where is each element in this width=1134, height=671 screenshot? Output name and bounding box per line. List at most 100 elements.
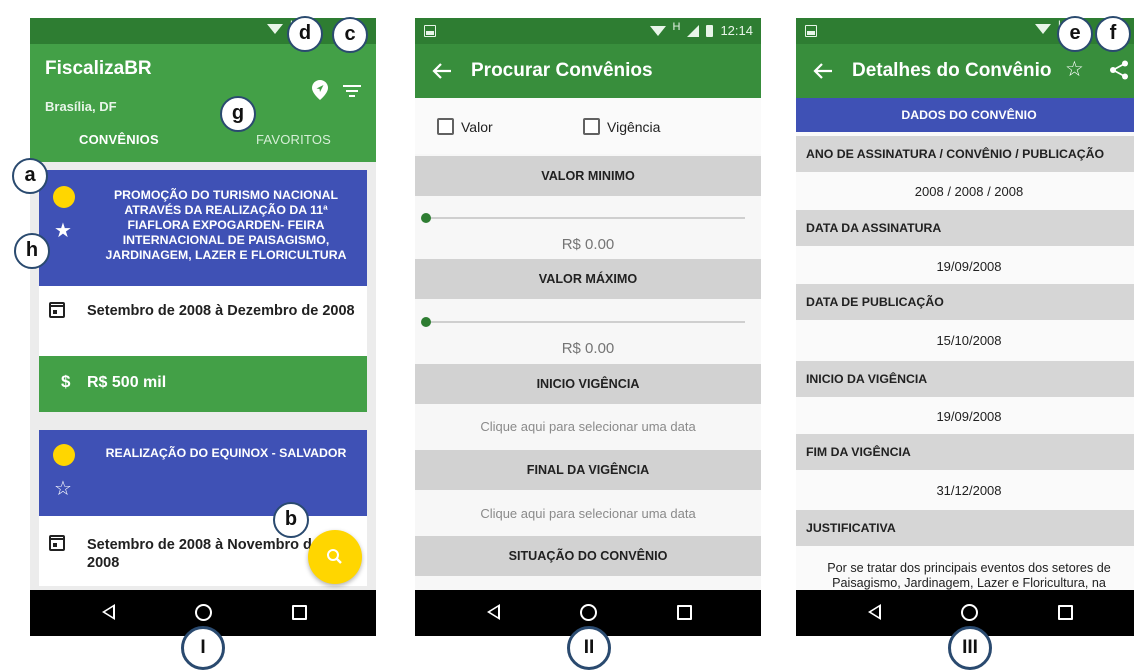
nav-home-icon[interactable]	[195, 604, 212, 621]
valor-minimo-slider[interactable]	[421, 213, 745, 223]
card-date: Setembro de 2008 à Novembro de 2008	[87, 537, 320, 571]
section-situacao: SITUAÇÃO DO CONVÊNIO	[415, 536, 761, 576]
share-icon[interactable]	[1109, 60, 1129, 80]
callout-e: e	[1057, 16, 1093, 52]
slider-thumb[interactable]	[421, 213, 431, 223]
checkbox-icon[interactable]	[437, 118, 454, 135]
field-label: JUSTIFICATIVA	[796, 510, 1134, 546]
screen-label-three: III	[948, 626, 992, 670]
callout-b: b	[273, 502, 309, 538]
tab-favoritos[interactable]: FAVORITOS	[256, 132, 331, 147]
checkbox-label: Vigência	[607, 118, 661, 135]
card-header: ☆ REALIZAÇÃO DO EQUINOX - SALVADOR	[39, 430, 367, 516]
callout-f: f	[1095, 16, 1131, 52]
back-arrow-icon[interactable]	[812, 60, 834, 82]
screen-label-two: II	[567, 626, 611, 670]
notification-icon	[805, 25, 817, 37]
slider-thumb[interactable]	[421, 317, 431, 327]
app-bar: Procurar Convênios	[415, 44, 761, 98]
battery-icon	[706, 24, 714, 37]
convenio-card[interactable]: ★ PROMOÇÃO DO TURISMO NACIONAL ATRAVÉS D…	[39, 170, 367, 412]
valor-maximo-slider[interactable]	[421, 317, 745, 327]
callout-d: d	[287, 16, 323, 52]
star-icon[interactable]: ☆	[1065, 59, 1084, 80]
screen-procurar-convenios: H 12:14 Procurar Convênios Valor Vigênci…	[415, 18, 761, 636]
star-icon[interactable]: ★	[54, 221, 72, 241]
field-label: DATA DA ASSINATURA	[796, 210, 1134, 246]
nav-recents-icon[interactable]	[292, 605, 307, 620]
dollar-icon: $	[61, 372, 71, 391]
card-date-row: Setembro de 2008 à Dezembro de 2008	[39, 286, 367, 356]
field-label: FIM DA VIGÊNCIA	[796, 434, 1134, 470]
screen-label-one: I	[181, 626, 225, 670]
calendar-icon	[49, 535, 65, 551]
field-value: 19/09/2008	[936, 259, 1002, 274]
status-bar: H 12:14	[415, 18, 761, 44]
card-date: Setembro de 2008 à Dezembro de 2008	[87, 303, 355, 319]
callout-h: h	[14, 233, 50, 269]
field-label: DATA DE PUBLICAÇÃO	[796, 284, 1134, 320]
field-label: ANO DE ASSINATURA / CONVÊNIO / PUBLICAÇÃ…	[796, 136, 1134, 172]
field-value: 15/10/2008	[936, 333, 1002, 348]
card-value-row: $ R$ 500 mil	[39, 356, 367, 412]
tab-convenios[interactable]: CONVÊNIOS	[79, 132, 159, 147]
clock: 12:14	[720, 23, 753, 38]
signal-icon	[687, 24, 700, 37]
card-header: ★ PROMOÇÃO DO TURISMO NACIONAL ATRAVÉS D…	[39, 170, 367, 286]
inicio-date-picker[interactable]: Clique aqui para selecionar uma data	[415, 419, 761, 434]
wifi-icon	[267, 24, 284, 34]
filter-icon[interactable]	[343, 85, 361, 97]
nav-home-icon[interactable]	[961, 604, 978, 621]
callout-g: g	[220, 96, 256, 132]
field-value: 19/09/2008	[936, 409, 1002, 424]
section-valor-minimo: VALOR MINIMO	[415, 156, 761, 196]
nav-back-icon[interactable]	[868, 604, 881, 620]
screen-detalhes-convenio: H Detalhes do Convênio ☆ DADOS DO CONVÊN…	[796, 18, 1134, 636]
app-bar: FiscalizaBR Brasília, DF CONVÊNIOS FAVOR…	[30, 44, 376, 162]
section-final-vigencia: FINAL DA VIGÊNCIA	[415, 450, 761, 490]
callout-c: c	[332, 17, 368, 53]
screen-title: Detalhes do Convênio	[852, 60, 1052, 81]
card-value: R$ 500 mil	[87, 374, 167, 391]
app-bar: Detalhes do Convênio ☆	[796, 44, 1134, 98]
status-dot	[53, 444, 75, 466]
field-value: 31/12/2008	[936, 483, 1002, 498]
callout-a: a	[12, 158, 48, 194]
card-title: PROMOÇÃO DO TURISMO NACIONAL ATRAVÉS DA …	[105, 188, 347, 262]
network-type: H	[672, 20, 681, 33]
wifi-icon	[1035, 24, 1052, 34]
section-inicio-vigencia: INICIO VIGÊNCIA	[415, 364, 761, 404]
nav-back-icon[interactable]	[487, 604, 500, 620]
nav-home-icon[interactable]	[580, 604, 597, 621]
status-bar: H	[30, 18, 376, 44]
calendar-icon	[49, 302, 65, 318]
search-icon	[327, 549, 342, 564]
card-title: REALIZAÇÃO DO EQUINOX - SALVADOR	[105, 446, 347, 460]
search-button[interactable]	[308, 530, 362, 584]
city-label: Brasília, DF	[45, 99, 117, 114]
status-dot	[53, 186, 75, 208]
checkbox-valor[interactable]: Valor	[437, 118, 493, 135]
screen-title: Procurar Convênios	[471, 60, 653, 81]
checkbox-icon[interactable]	[583, 118, 600, 135]
location-pin-icon[interactable]	[312, 80, 328, 100]
nav-recents-icon[interactable]	[677, 605, 692, 620]
final-date-picker[interactable]: Clique aqui para selecionar uma data	[415, 506, 761, 521]
field-value: 2008 / 2008 / 2008	[914, 184, 1024, 199]
checkbox-vigencia[interactable]: Vigência	[583, 118, 660, 135]
valor-maximo-value: R$ 0.00	[561, 340, 615, 357]
wifi-icon	[649, 25, 666, 36]
nav-back-icon[interactable]	[102, 604, 115, 620]
screen-convenios-list: H FiscalizaBR Brasília, DF CONVÊNIOS FAV…	[30, 18, 376, 636]
checkbox-label: Valor	[461, 118, 493, 135]
app-title: FiscalizaBR	[45, 58, 152, 79]
notification-icon	[424, 25, 436, 37]
back-arrow-icon[interactable]	[431, 60, 453, 82]
section-dados-convenio: DADOS DO CONVÊNIO	[796, 98, 1134, 132]
valor-minimo-value: R$ 0.00	[561, 236, 615, 253]
field-value: Por se tratar dos principais eventos dos…	[827, 561, 1111, 590]
star-icon[interactable]: ☆	[54, 479, 72, 499]
field-label: INICIO DA VIGÊNCIA	[796, 361, 1134, 397]
section-valor-maximo: VALOR MÁXIMO	[415, 259, 761, 299]
nav-recents-icon[interactable]	[1058, 605, 1073, 620]
